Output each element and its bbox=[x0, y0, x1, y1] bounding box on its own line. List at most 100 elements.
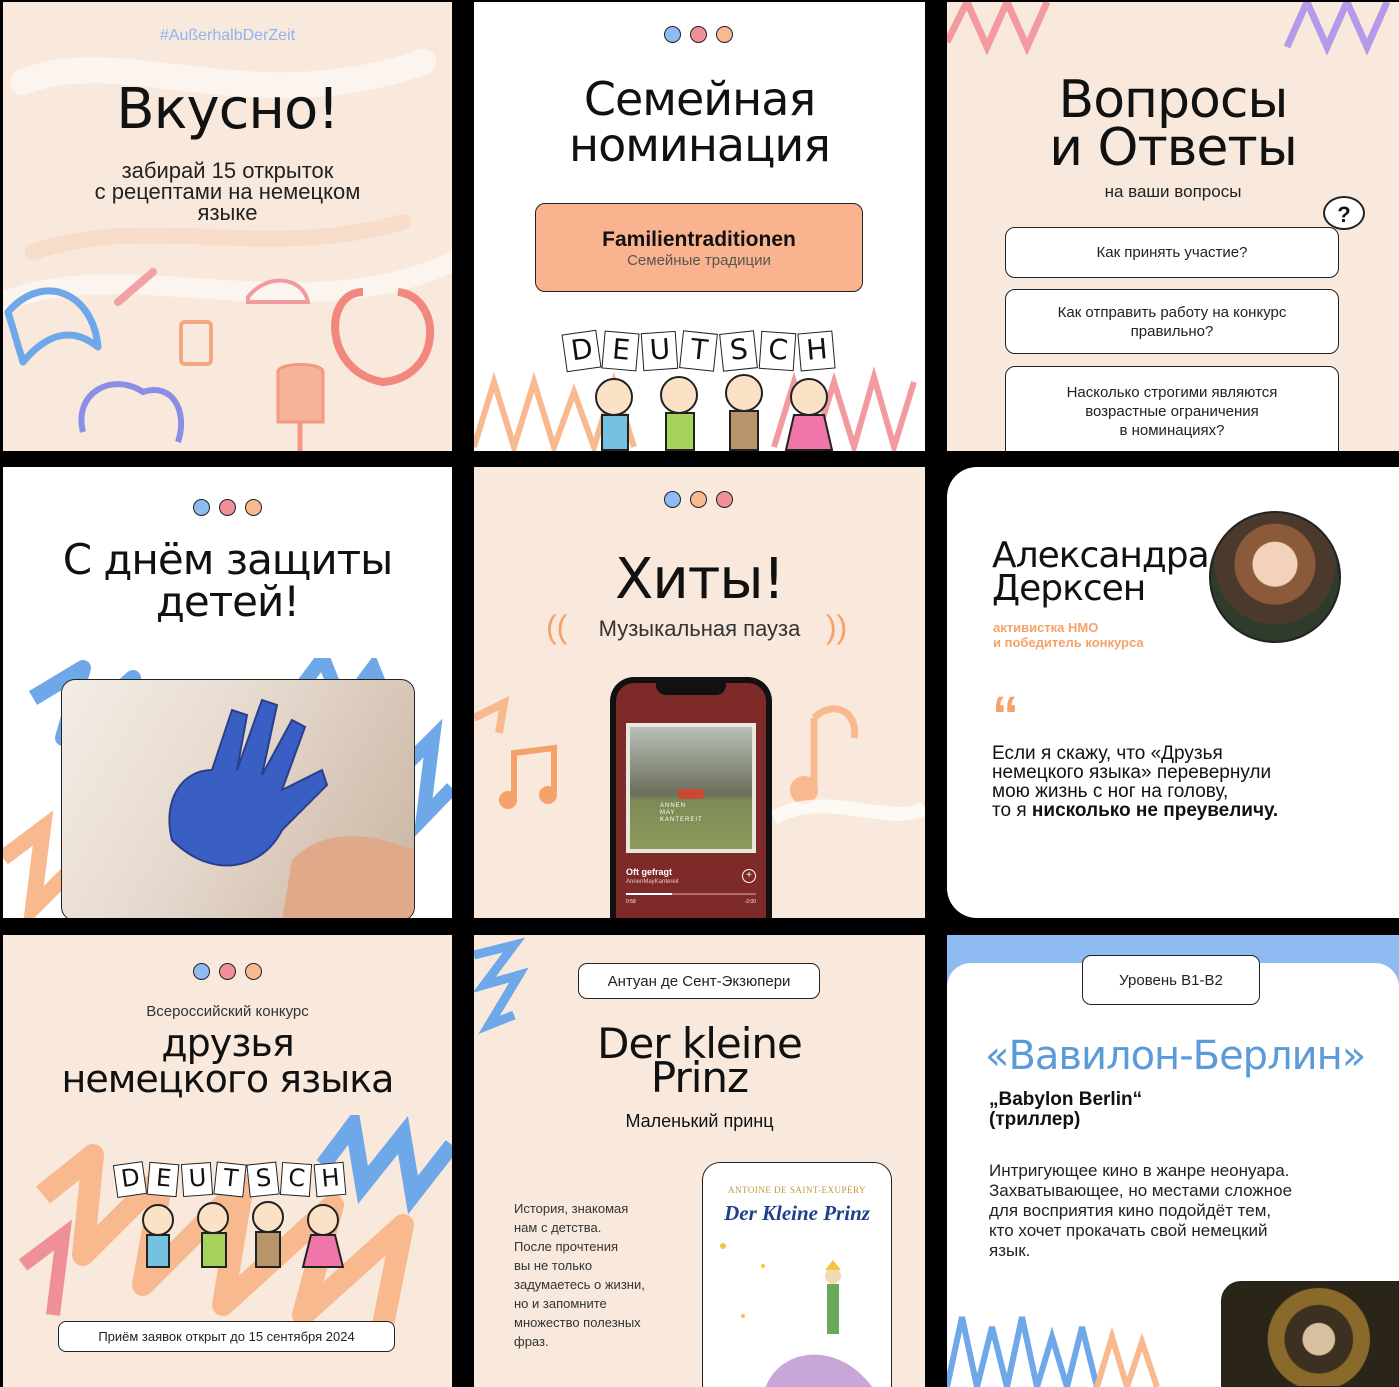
window-dots bbox=[664, 26, 733, 43]
sign-letter: C bbox=[280, 1161, 313, 1198]
avatar bbox=[1209, 511, 1341, 643]
cup-icon bbox=[179, 320, 213, 366]
family-illustration bbox=[142, 1201, 345, 1268]
faq-question[interactable]: Насколько строгими являются возрастные о… bbox=[1005, 366, 1339, 451]
book-title: Der Kleine Prinz bbox=[724, 1201, 870, 1225]
page-title: Вкусно! bbox=[116, 77, 340, 142]
phone-screen: ANNEN MAY KANTEREIT Oft gefragt AnnenMay… bbox=[616, 683, 766, 918]
kicker: Всероссийский конкурс bbox=[146, 1003, 309, 1020]
hashtag: #AußerhalbDerZeit bbox=[159, 27, 296, 44]
card-faq: Вопросы и Ответы на ваши вопросы ? Как п… bbox=[947, 2, 1399, 451]
carrot-icon bbox=[114, 268, 157, 306]
sign-letter: H bbox=[797, 330, 836, 372]
author-badge: Антуан де Сент-Экзюпери bbox=[578, 963, 820, 999]
dot-blue bbox=[193, 499, 210, 516]
little-prince-illustration bbox=[720, 1243, 872, 1387]
song-title: Oft gefragt bbox=[626, 867, 672, 877]
page-title: С днём защиты детей! bbox=[62, 535, 394, 626]
cabbage-icon bbox=[78, 381, 185, 443]
page-title: «Вавилон-Берлин» bbox=[985, 1033, 1366, 1079]
album-text: ANNEN MAY KANTEREIT bbox=[660, 803, 703, 823]
dot-pink bbox=[219, 499, 236, 516]
croissant-icon bbox=[4, 287, 102, 366]
card-family-nomination: Семейная номинация Familientraditionen С… bbox=[474, 2, 925, 451]
description: Интригующее кино в жанре неонуара. Захва… bbox=[989, 1161, 1293, 1260]
hand-illustration bbox=[168, 698, 414, 918]
pepper-icon bbox=[331, 288, 434, 387]
page-title: друзья немецкого языка bbox=[61, 1021, 395, 1101]
quote-text: Если я скажу, что «Друзья немецкого язык… bbox=[992, 744, 1362, 820]
card-childrens-day: С днём защиты детей! bbox=[3, 467, 452, 918]
faq-question[interactable]: Как принять участие? bbox=[1005, 227, 1339, 278]
window-dots bbox=[664, 491, 733, 508]
progress-bar[interactable] bbox=[626, 893, 756, 895]
person-role: активистка НМО и победитель конкурса bbox=[993, 620, 1144, 650]
card-book: Антуан де Сент-Экзюпери Der kleine Prinz… bbox=[474, 935, 925, 1387]
card-recipes: #AußerhalbDerZeit Вкусно! забирай 15 отк… bbox=[3, 2, 452, 451]
dot-blue bbox=[193, 963, 210, 980]
sign-letter: C bbox=[758, 330, 797, 372]
pie-icon bbox=[246, 278, 311, 304]
book-cover: ANTOINE DE SAINT-EXUPÉRY Der Kleine Prin… bbox=[702, 1162, 892, 1387]
subtitle: Маленький принц bbox=[625, 1111, 774, 1131]
family-illustration bbox=[595, 374, 834, 451]
sign-letter: U bbox=[640, 330, 679, 372]
food-doodles bbox=[4, 268, 434, 451]
question-bubble-icon: ? bbox=[1323, 196, 1365, 230]
sign-letter: U bbox=[180, 1161, 213, 1198]
original-title: „Babylon Berlin“ (триллер) bbox=[989, 1089, 1143, 1130]
window-dots bbox=[193, 499, 262, 516]
person-name: Александра Дерксен bbox=[992, 535, 1210, 609]
sign-letter: H bbox=[313, 1161, 347, 1198]
phone-notch bbox=[656, 683, 726, 695]
subtitle: Музыкальная пауза bbox=[598, 616, 801, 641]
page-title: Хиты! bbox=[614, 547, 785, 612]
dot-peach bbox=[245, 963, 262, 980]
quote-icon: “ bbox=[992, 686, 1019, 746]
dot-pink bbox=[716, 491, 733, 508]
dot-pink bbox=[219, 963, 236, 980]
progress-fill bbox=[626, 893, 672, 895]
card-testimonial: Александра Дерксен активистка НМО и побе… bbox=[947, 467, 1399, 918]
album-cover: ANNEN MAY KANTEREIT bbox=[626, 723, 756, 853]
phone-mockup: ANNEN MAY KANTEREIT Oft gefragt AnnenMay… bbox=[610, 677, 772, 918]
add-song-icon[interactable]: + bbox=[742, 869, 756, 883]
description: История, знакомая нам с детства. После п… bbox=[514, 1201, 645, 1349]
dot-blue bbox=[664, 26, 681, 43]
dot-blue bbox=[664, 491, 681, 508]
sign-letter: T bbox=[679, 330, 719, 372]
time-elapsed: 0:58 bbox=[626, 899, 636, 905]
card-movie: Уровень B1-B2 «Вавилон-Берлин» „Babylon … bbox=[947, 935, 1399, 1387]
sign-letter: D bbox=[112, 1161, 148, 1198]
movie-still bbox=[1221, 1281, 1399, 1387]
quote-bold: нисколько не преувеличу. bbox=[1031, 800, 1279, 821]
book-author: ANTOINE DE SAINT-EXUPÉRY bbox=[728, 1185, 866, 1195]
sign-letter: E bbox=[601, 330, 640, 372]
level-badge: Уровень B1-B2 bbox=[1082, 955, 1260, 1005]
box-subtitle: Семейные традиции bbox=[627, 252, 771, 269]
page-title: Вопросы и Ответы bbox=[1049, 70, 1298, 178]
subtitle: забирай 15 открыток с рецептами на немец… bbox=[94, 158, 361, 225]
card-music-hits: Хиты! (( Музыкальная пауза )) ANNEN MAY … bbox=[474, 467, 925, 918]
page-title: Семейная номинация bbox=[569, 72, 831, 172]
card-contest: Всероссийский конкурс друзья немецкого я… bbox=[3, 935, 452, 1387]
deutsch-sign: D E U T S C H bbox=[561, 329, 836, 373]
album-van bbox=[678, 789, 704, 799]
sign-letter: S bbox=[246, 1161, 281, 1198]
page-title: Der kleine Prinz bbox=[597, 1019, 803, 1102]
dot-peach bbox=[245, 499, 262, 516]
faq-question[interactable]: Как отправить работу на конкурс правильн… bbox=[1005, 289, 1339, 354]
time-remaining: -2:00 bbox=[744, 899, 756, 905]
ice-cream-icon bbox=[276, 363, 325, 424]
nomination-box: Familientraditionen Семейные традиции bbox=[535, 203, 863, 292]
box-title: Familientraditionen bbox=[602, 228, 796, 251]
dot-pink bbox=[690, 26, 707, 43]
dot-peach bbox=[690, 491, 707, 508]
sign-letter: T bbox=[213, 1161, 247, 1198]
note-icon bbox=[810, 705, 859, 788]
deutsch-sign: D E U T S C H bbox=[112, 1161, 347, 1199]
brush-top bbox=[947, 2, 1391, 56]
window-dots bbox=[193, 963, 262, 980]
song-artist: AnnenMayKantereit bbox=[626, 879, 679, 885]
photo-painted-hand bbox=[61, 679, 415, 918]
